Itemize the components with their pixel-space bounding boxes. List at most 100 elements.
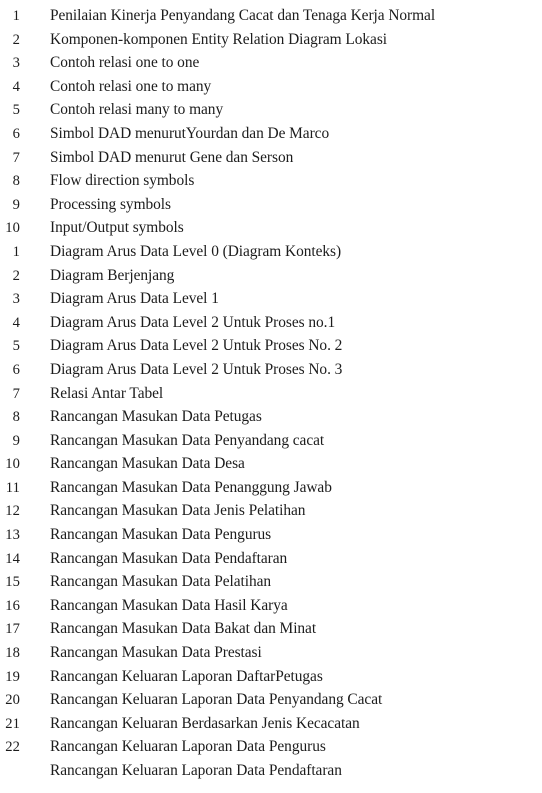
- figure-number: 3: [12, 55, 20, 72]
- figure-list-item: 20 Rancangan Keluaran Laporan Data Penyan…: [0, 688, 542, 712]
- figure-list-item: 6 Simbol DAD menurutYourdan dan De Marco: [0, 122, 542, 146]
- figure-list-item: 8 Rancangan Masukan Data Petugas: [0, 405, 542, 429]
- figure-list-item: 18 Rancangan Masukan Data Prestasi: [0, 641, 542, 665]
- figure-caption: Relasi Antar Tabel: [50, 384, 164, 402]
- figure-list-item: Rancangan Keluaran Laporan Data Pendafta…: [0, 759, 542, 783]
- figure-list-item: 5 Diagram Arus Data Level 2 Untuk Proses …: [0, 334, 542, 358]
- figure-list-item: 10 Input/Output symbols: [0, 216, 542, 240]
- figure-caption: Diagram Arus Data Level 2 Untuk Proses N…: [50, 337, 343, 355]
- figure-list-item: 8 Flow direction symbols: [0, 169, 542, 193]
- figure-number: 5: [12, 338, 20, 355]
- figure-list-item: 3 Contoh relasi one to one: [0, 51, 542, 75]
- figure-list-item: 12 Rancangan Masukan Data Jenis Pelatihan: [0, 499, 542, 523]
- figure-number: 22: [5, 739, 20, 756]
- figure-number: 6: [12, 361, 20, 378]
- figure-caption: Input/Output symbols: [50, 219, 184, 237]
- figure-caption: Flow direction symbols: [50, 172, 195, 190]
- figure-number: 3: [12, 291, 20, 308]
- figure-number: 17: [5, 621, 20, 638]
- figure-caption: Processing symbols: [50, 195, 171, 213]
- figure-caption: Contoh relasi one to one: [50, 54, 200, 72]
- figure-caption: Simbol DAD menurutYourdan dan De Marco: [50, 124, 330, 142]
- figure-list-item: 10 Rancangan Masukan Data Desa: [0, 452, 542, 476]
- figure-caption: Rancangan Masukan Data Desa: [50, 455, 245, 473]
- figure-list-item: 6 Diagram Arus Data Level 2 Untuk Proses …: [0, 358, 542, 382]
- figure-number: 11: [5, 479, 20, 496]
- figure-number: 1: [12, 243, 20, 260]
- figure-list-item: 3 Diagram Arus Data Level 1: [0, 287, 542, 311]
- figure-caption: Rancangan Masukan Data Pendaftaran: [50, 549, 288, 567]
- figure-caption: Rancangan Masukan Data Penyandang cacat: [50, 431, 325, 449]
- figure-number: 18: [5, 645, 20, 662]
- figure-list-item: 17 Rancangan Masukan Data Bakat dan Minat: [0, 617, 542, 641]
- figure-caption: Rancangan Keluaran Laporan Data Penyanda…: [50, 691, 383, 709]
- figure-number: 13: [5, 527, 20, 544]
- figure-number: 5: [12, 102, 20, 119]
- figure-list-item: 1 Diagram Arus Data Level 0 (Diagram Kont…: [0, 240, 542, 264]
- figure-number: 9: [12, 196, 20, 213]
- figure-number: 9: [12, 432, 20, 449]
- figure-number: 1: [12, 8, 20, 24]
- figure-caption: Simbol DAD menurut Gene dan Serson: [50, 148, 294, 166]
- figure-number: 21: [5, 715, 20, 732]
- figure-number: 15: [5, 574, 20, 591]
- figure-number: 19: [5, 668, 20, 685]
- figure-number: 6: [12, 125, 20, 142]
- figure-caption: Contoh relasi one to many: [50, 77, 212, 95]
- figure-list-item: 13 Rancangan Masukan Data Pengurus: [0, 523, 542, 547]
- figure-caption: Rancangan Keluaran Berdasarkan Jenis Kec…: [50, 714, 360, 732]
- figure-caption: Rancangan Masukan Data Pelatihan: [50, 573, 272, 591]
- figure-number: 12: [5, 503, 20, 520]
- figure-number: 8: [12, 409, 20, 426]
- figure-list-item: 22 Rancangan Keluaran Laporan Data Pengur…: [0, 735, 542, 759]
- figure-number: 7: [12, 149, 20, 166]
- figure-list-item: 5 Contoh relasi many to many: [0, 98, 542, 122]
- figure-number: 4: [12, 78, 20, 95]
- figure-caption: Diagram Arus Data Level 1: [50, 290, 219, 308]
- figure-caption: Contoh relasi many to many: [50, 101, 224, 119]
- figure-caption: Rancangan Masukan Data Hasil Karya: [50, 596, 288, 614]
- figure-list-item: 16 Rancangan Masukan Data Hasil Karya: [0, 594, 542, 618]
- figure-list-item: 19 Rancangan Keluaran Laporan DaftarPetug…: [0, 665, 542, 689]
- list-of-figures-page: 1 Penilaian Kinerja Penyandang Cacat dan …: [0, 0, 542, 793]
- figure-caption: Rancangan Keluaran Laporan DaftarPetugas: [50, 667, 323, 685]
- figure-number: 4: [12, 314, 20, 331]
- figure-caption: Rancangan Masukan Data Jenis Pelatihan: [50, 502, 306, 520]
- figure-list: 1 Penilaian Kinerja Penyandang Cacat dan …: [0, 4, 542, 783]
- figure-caption: Rancangan Masukan Data Penanggung Jawab: [50, 478, 332, 496]
- figure-list-item: 4 Diagram Arus Data Level 2 Untuk Proses …: [0, 311, 542, 335]
- figure-number: 10: [5, 456, 20, 473]
- figure-number: 2: [12, 267, 20, 284]
- figure-number: 2: [12, 31, 20, 48]
- figure-list-item: 4 Contoh relasi one to many: [0, 75, 542, 99]
- figure-number: 8: [12, 173, 20, 190]
- figure-caption: Diagram Arus Data Level 2 Untuk Proses N…: [50, 360, 343, 378]
- figure-caption: Diagram Arus Data Level 2 Untuk Proses n…: [50, 313, 336, 331]
- figure-list-item: 11 Rancangan Masukan Data Penanggung Jawa…: [0, 476, 542, 500]
- figure-caption: Komponen-komponen Entity Relation Diagra…: [50, 30, 387, 48]
- figure-caption: Diagram Berjenjang: [50, 266, 175, 284]
- figure-list-item: 2 Komponen-komponen Entity Relation Diagr…: [0, 28, 542, 52]
- figure-caption: Rancangan Keluaran Laporan Data Pendafta…: [50, 762, 342, 779]
- figure-list-item: 14 Rancangan Masukan Data Pendaftaran: [0, 547, 542, 571]
- figure-list-item: 21 Rancangan Keluaran Berdasarkan Jenis K…: [0, 712, 542, 736]
- figure-list-item: 9 Processing symbols: [0, 193, 542, 217]
- figure-number: 14: [5, 550, 20, 567]
- figure-list-item: 9 Rancangan Masukan Data Penyandang cacat: [0, 429, 542, 453]
- figure-caption: Rancangan Masukan Data Prestasi: [50, 644, 262, 662]
- figure-caption: Diagram Arus Data Level 0 (Diagram Konte…: [50, 242, 342, 260]
- figure-list-item: 2 Diagram Berjenjang: [0, 264, 542, 288]
- figure-list-item: 7 Simbol DAD menurut Gene dan Serson: [0, 146, 542, 170]
- figure-number: 10: [5, 220, 20, 237]
- figure-list-item: 1 Penilaian Kinerja Penyandang Cacat dan …: [0, 4, 542, 28]
- figure-list-item: 7 Relasi Antar Tabel: [0, 382, 542, 406]
- figure-caption: Rancangan Keluaran Laporan Data Pengurus: [50, 738, 326, 756]
- figure-number: 7: [12, 385, 20, 402]
- figure-caption: Penilaian Kinerja Penyandang Cacat dan T…: [50, 7, 436, 24]
- figure-list-item: 15 Rancangan Masukan Data Pelatihan: [0, 570, 542, 594]
- figure-number: 20: [5, 692, 20, 709]
- figure-caption: Rancangan Masukan Data Petugas: [50, 408, 262, 426]
- figure-caption: Rancangan Masukan Data Bakat dan Minat: [50, 620, 317, 638]
- figure-number: 16: [5, 597, 20, 614]
- figure-caption: Rancangan Masukan Data Pengurus: [50, 526, 272, 544]
